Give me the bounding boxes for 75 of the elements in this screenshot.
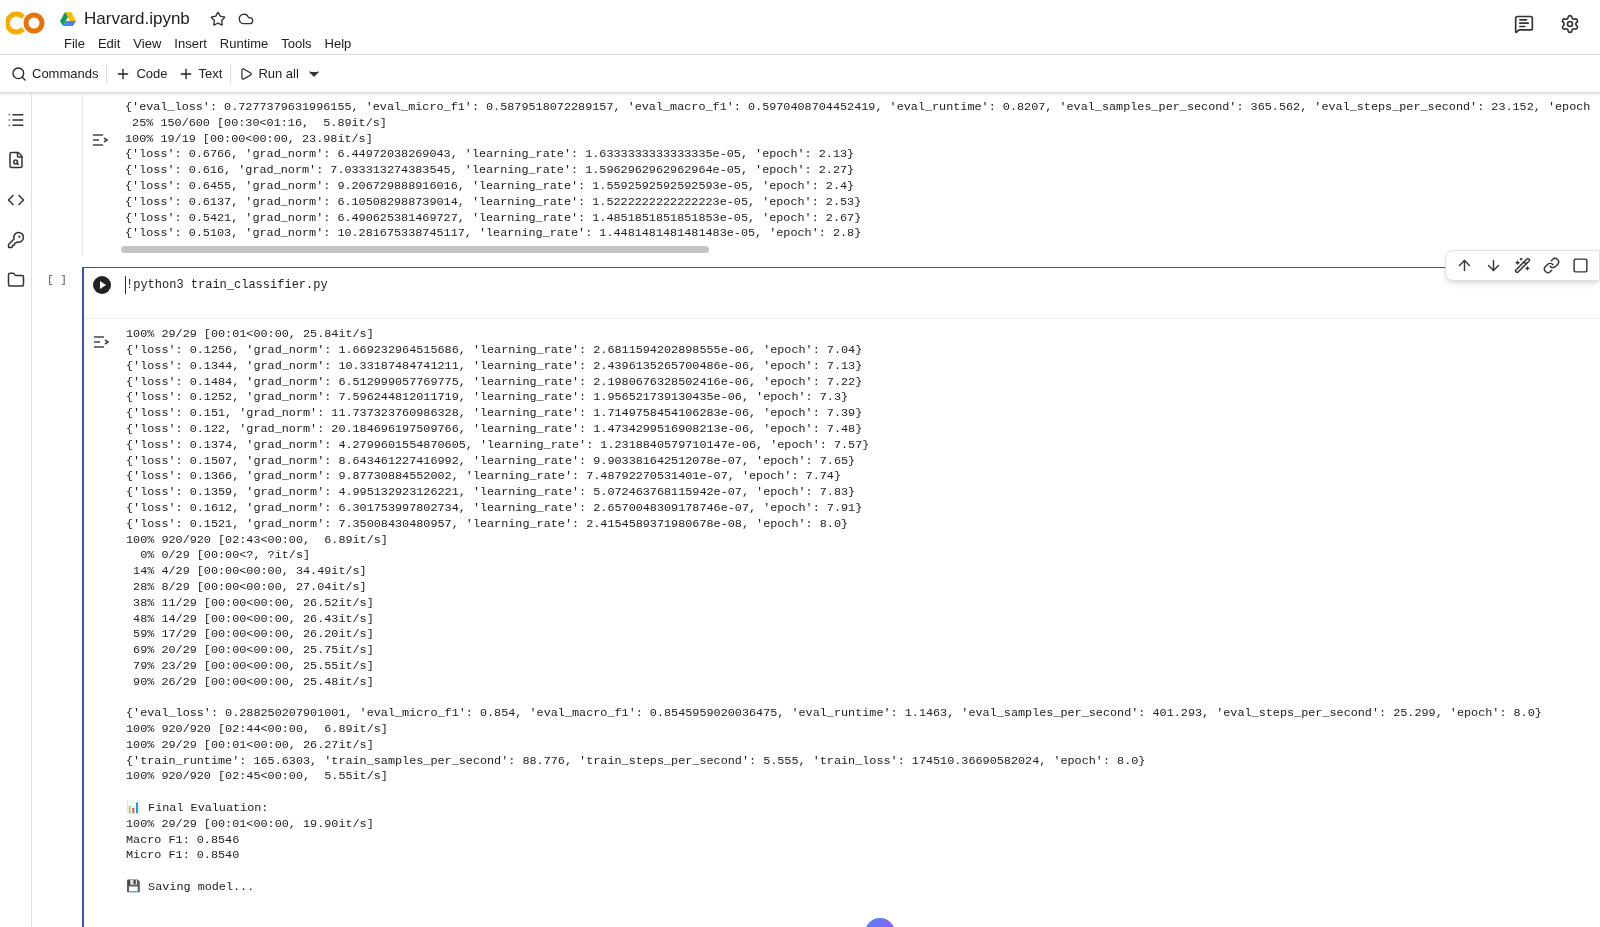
output-line: 100% 19/19 [00:00<00:00, 23.98it/s] xyxy=(125,131,373,148)
output-line: {'loss': 0.1359, 'grad_norm': 4.995132923126221, 'learning_rate': 5.072463768115942e-07, 'epoch': 7.83} xyxy=(126,485,856,501)
drive-icon xyxy=(60,11,76,26)
output-toggle-icon[interactable] xyxy=(92,335,110,350)
file-search-icon[interactable] xyxy=(6,151,25,169)
star-icon[interactable] xyxy=(209,10,226,27)
output-line: 79% 23/29 [00:00<00:00, 25.55it/s] xyxy=(132,658,374,675)
key-icon[interactable] xyxy=(6,231,25,249)
comment-icon[interactable] xyxy=(1514,14,1534,34)
horizontal-scrollbar[interactable] xyxy=(121,246,709,254)
square-icon[interactable] xyxy=(1572,257,1589,275)
play-icon xyxy=(239,66,254,81)
output-line: 48% 14/29 [00:00<00:00, 26.43it/s] xyxy=(132,611,374,628)
search-icon xyxy=(11,65,27,82)
settings-icon[interactable] xyxy=(1560,14,1580,34)
output-line: {'loss': 0.1374, 'grad_norm': 4.2799601554870605, 'learning_rate': 1.2318840579710147e-06, 'epoch': 7.57} xyxy=(126,437,870,454)
output-line: 59% 17/29 [00:00<00:00, 26.20it/s] xyxy=(132,627,374,644)
output-line: Macro F1: 0.8546 xyxy=(126,832,240,849)
output-line: {'loss': 0.6455, 'grad_norm': 9.206729888916016, 'learning_rate': 1.5592592592592593e-05, 'epoch': 2.4} xyxy=(125,179,855,195)
toolbar-button[interactable]: Text xyxy=(172,59,228,88)
toolbar-button[interactable]: Code xyxy=(110,59,173,88)
output-line: 69% 20/29 [00:00<00:00, 25.75it/s] xyxy=(132,643,374,659)
menu-item[interactable]: Insert xyxy=(168,33,213,53)
output-toggle-icon[interactable] xyxy=(91,133,109,147)
link-icon[interactable] xyxy=(1543,257,1560,275)
output-line: {'loss': 0.122, 'grad_norm': 20.184696197509766, 'learning_rate': 1.4734299516908213e-06, 'epoch': 7.48} xyxy=(126,421,863,438)
output-line: 📊 Final Evaluation: xyxy=(126,801,269,817)
colab-logo[interactable] xyxy=(6,11,46,35)
output-line: {'eval_loss': 0.288250207901001, 'eval_micro_f1': 0.854, 'eval_macro_f1': 0.8545959020036475, 'eval_runtime': 1.1463, 'eval_samples_per_second': 401.293, 'eval_steps_per_second': 25.299, 'epoch': 8.0} xyxy=(126,706,1542,723)
output-line: 100% 29/29 [00:01<00:00, 25.84it/s] xyxy=(126,327,374,343)
output-line: 100% 920/920 [02:44<00:00, 6.89it/s] xyxy=(126,722,388,738)
toolbar-button[interactable]: Commands xyxy=(6,59,104,88)
output-line: {'loss': 0.1484, 'grad_norm': 6.512999057769775, 'learning_rate': 2.1980676328502416e-06, 'epoch': 7.22} xyxy=(126,374,863,391)
output-line: 💾 Saving model... xyxy=(126,880,255,896)
code-line[interactable]: !python3 train_classifier.py xyxy=(125,276,328,295)
output-line: 100% 29/29 [00:01<00:00, 19.90it/s] xyxy=(126,816,374,833)
output-line: {'loss': 0.6766, 'grad_norm': 6.44972038269043, 'learning_rate': 1.6333333333333335e-05, 'epoch': 2.13} xyxy=(125,147,855,164)
output-line: 0% 0/29 [00:00<?, ?it/s] xyxy=(139,548,311,565)
output-line: Micro F1: 0.8540 xyxy=(126,848,240,865)
menu-item[interactable]: View xyxy=(127,33,168,53)
magic-wand-icon[interactable] xyxy=(1514,257,1531,275)
output-line: {'train_runtime': 165.6303, 'train_samples_per_second': 88.776, 'train_steps_per_second': 5.555, 'train_loss': 174510.36690582024, 'epoch': 8.0} xyxy=(126,753,1146,770)
output-line: 38% 11/29 [00:00<00:00, 26.52it/s] xyxy=(132,595,374,612)
menu-item[interactable]: Tools xyxy=(275,33,318,53)
output-line: {'loss': 0.1521, 'grad_norm': 7.35008430480957, 'learning_rate': 2.4154589371980678e-08, 'epoch': 8.0} xyxy=(126,516,849,533)
output-line: 100% 920/920 [02:45<00:00, 5.55it/s] xyxy=(126,769,388,786)
output-line: {'loss': 0.5421, 'grad_norm': 6.490625381469727, 'learning_rate': 1.4851851851851853e-05, 'epoch': 2.67} xyxy=(125,210,862,227)
output-line: {'loss': 0.1252, 'grad_norm': 7.596244812011719, 'learning_rate': 1.956521739130435e-06, 'epoch': 7.3} xyxy=(126,390,849,407)
output-line: 100% 29/29 [00:01<00:00, 26.27it/s] xyxy=(126,737,374,754)
notebook-title[interactable]: Harvard.ipynb xyxy=(84,6,190,32)
list-icon[interactable] xyxy=(6,111,25,129)
output-line: {'loss': 0.1507, 'grad_norm': 8.643461227416992, 'learning_rate': 9.903381642512078e-07, 'epoch': 7.65} xyxy=(126,453,856,470)
output-line: 28% 8/29 [00:00<00:00, 27.04it/s] xyxy=(132,579,367,596)
output-line: {'loss': 0.1366, 'grad_norm': 9.87730884552002, 'learning_rate': 7.48792270531401e-07, 'epoch': 7.74} xyxy=(126,469,841,486)
menu-item[interactable]: Runtime xyxy=(213,33,275,53)
output-line: {'eval_loss': 0.7277379631996155, 'eval_micro_f1': 0.5879518072289157, 'eval_macro_f1': 0.5970408704452419, 'eval_runtime': 0.8207, 'eval_samples_per_second': 365.562, 'eval_steps_per_second': 23.152, 'epoch xyxy=(125,100,1591,116)
output-line: {'loss': 0.1344, 'grad_norm': 10.33187484741211, 'learning_rate': 2.4396135265700486e-06, 'epoch': 7.13} xyxy=(126,358,863,375)
folder-icon[interactable] xyxy=(6,271,25,289)
output-line: {'loss': 0.1612, 'grad_norm': 6.301753997802734, 'learning_rate': 2.6570048309178746e-07, 'epoch': 7.91} xyxy=(126,500,863,517)
execution-count: [ ] xyxy=(47,273,67,289)
output-line: 25% 150/600 [00:30<01:16, 5.89it/s] xyxy=(131,115,387,132)
run-cell-icon[interactable] xyxy=(93,276,111,295)
output-line: 90% 26/29 [00:00<00:00, 25.48it/s] xyxy=(132,674,374,691)
menu-item[interactable]: Edit xyxy=(91,33,127,53)
output-line: 14% 4/29 [00:00<00:00, 34.49it/s] xyxy=(132,564,367,580)
output-line: 100% 920/920 [02:43<00:00, 6.89it/s] xyxy=(126,532,388,549)
code-cell[interactable] xyxy=(82,267,1600,927)
menu-item[interactable]: File xyxy=(58,33,91,53)
output-line: {'loss': 0.151, 'grad_norm': 11.737323760986328, 'learning_rate': 1.7149758454106283e-06, 'epoch': 7.39} xyxy=(126,406,863,422)
output-line: {'loss': 0.5103, 'grad_norm': 10.281675338745117, 'learning_rate': 1.4481481481481483e-05, 'epoch': 2.8} xyxy=(125,226,862,243)
output-line: {'loss': 0.6137, 'grad_norm': 6.105082988739014, 'learning_rate': 1.5222222222222223e-05, 'epoch': 2.53} xyxy=(125,194,862,211)
output-line: {'loss': 0.1256, 'grad_norm': 1.669232964515686, 'learning_rate': 2.6811594202898555e-06, 'epoch': 7.04} xyxy=(126,342,863,359)
output-line: {'loss': 0.616, 'grad_norm': 7.033313274383545, 'learning_rate': 1.5962962962962964e-05, 'epoch': 2.27} xyxy=(125,163,855,179)
menu-item[interactable]: Help xyxy=(318,33,358,53)
toolbar-button[interactable]: Run all xyxy=(234,59,304,88)
